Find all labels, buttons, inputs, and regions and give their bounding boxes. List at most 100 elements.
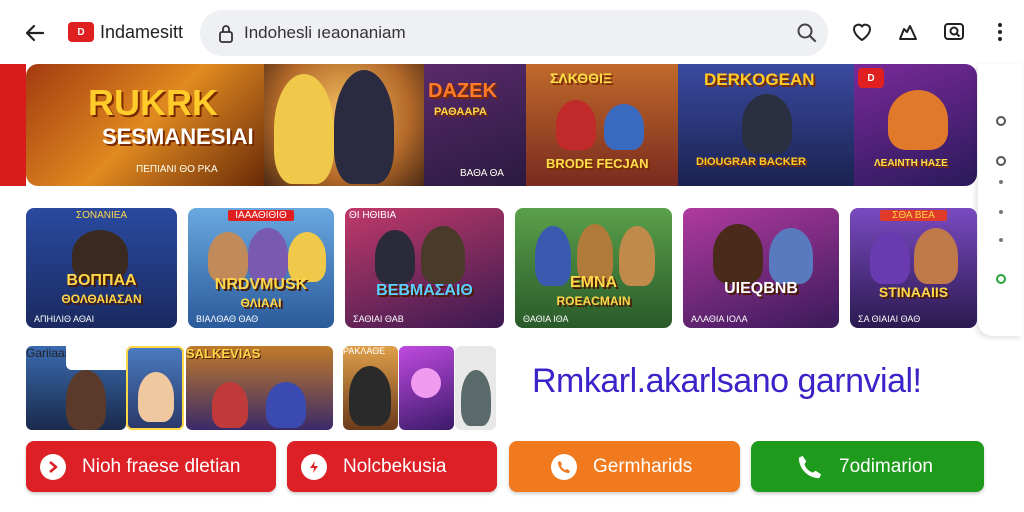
bolt-icon	[301, 453, 327, 480]
character-figure	[208, 232, 248, 282]
character-figure	[888, 90, 948, 150]
card-title: EMNA	[569, 274, 618, 291]
card-tag: ΣΟΝΑΝΙΕΑ	[75, 210, 128, 221]
character-figure	[288, 232, 326, 282]
phone-icon	[797, 454, 823, 480]
hero-segment[interactable]: RUKRK SESMANESIAI ΠΕΠΙΑΝΙ ΘΟ ΡΚΑ	[26, 64, 264, 186]
brand[interactable]: D Indamesitt	[68, 20, 183, 44]
phone-icon	[551, 453, 577, 480]
hero-subtitle: ΛΕΑΙΝΤΗ ΗΑΣΕ	[874, 158, 948, 169]
rail-indicator[interactable]	[996, 156, 1006, 166]
card-caption: ΑΠΗΙΛΙΘ ΑΘΑΙ	[34, 314, 95, 324]
card-title: UIEQBNB	[724, 280, 798, 297]
hero-segment[interactable]: DERKOGEAN DIOUGRAR BACKER	[678, 64, 854, 186]
character-figure	[742, 94, 792, 154]
game-card[interactable]: ΣΟΝΑΝΙΕΑ ΒΟΠΠΑΑ ΘΟΛΘΑΙΑΣΑΝ ΑΠΗΙΛΙΘ ΑΘΑΙ	[26, 208, 177, 328]
hero-segment[interactable]: D ΛΕΑΙΝΤΗ ΗΑΣΕ	[854, 64, 977, 186]
back-button[interactable]	[20, 18, 50, 48]
card-tag: ΣΘΑ ΒΕΑ	[880, 210, 947, 221]
magic-orb	[411, 368, 441, 398]
game-tile[interactable]: Gariiaanc	[26, 346, 126, 430]
card-tag: ΙΑΑΑΘΙΘΙΘ	[228, 210, 294, 221]
action-button-2[interactable]: Nolcbekusia	[287, 441, 497, 492]
hero-subtitle: BRODE FECJAN	[546, 156, 649, 171]
tile-label: SALKEVIAS	[186, 346, 261, 361]
arrow-left-icon	[25, 24, 45, 42]
top-bar: D Indamesitt Indohesli ıeaonaniam	[0, 0, 1024, 64]
character-figure	[461, 370, 491, 426]
character-figure	[266, 382, 306, 428]
character-figure	[66, 370, 106, 430]
rail-pip	[999, 210, 1003, 214]
address-text: Indohesli ıeaonaniam	[244, 23, 406, 42]
hero-badge: D	[858, 68, 884, 88]
more-button[interactable]	[986, 18, 1014, 46]
card-tag: ΘΙ ΗΘΙΒΙΑ	[349, 210, 397, 221]
share-button[interactable]	[894, 18, 922, 46]
card-caption: ΣΑΘΙΑΙ ΘΑΒ	[353, 314, 404, 324]
character-figure	[138, 372, 174, 422]
game-card[interactable]: ΙΑΑΑΘΙΘΙΘ NRDVMUSK ΘΛΙΑΑΙ ΒΙΑΛΘΑΘ ΘΑΘ	[188, 208, 334, 328]
tile-label: ΡΑΚΛΑΘΕ	[343, 346, 386, 356]
hero-caption: ΠΕΠΙΑΝΙ ΘΟ ΡΚΑ	[136, 164, 218, 175]
character-figure	[248, 228, 288, 282]
search-icon[interactable]	[796, 22, 818, 44]
game-tile[interactable]	[399, 346, 454, 430]
brand-logo: D	[68, 22, 94, 42]
rail-indicator[interactable]	[996, 116, 1006, 126]
character-figure	[556, 100, 596, 150]
hero-banner[interactable]: RUKRK SESMANESIAI ΠΕΠΙΑΝΙ ΘΟ ΡΚΑ DAZEK Ρ…	[26, 64, 977, 186]
card-subtitle: ΘΛΙΑΑΙ	[240, 296, 282, 310]
card-title: ΒΟΠΠΑΑ	[66, 272, 137, 289]
lock-icon	[219, 25, 233, 43]
heart-icon	[852, 23, 872, 42]
character-figure	[349, 366, 391, 426]
character-figure	[713, 224, 763, 284]
game-card[interactable]: UIEQBNB ΑΛΑΘΙΑ ΙΟΛΑ	[683, 208, 839, 328]
game-tile[interactable]	[126, 346, 184, 430]
chevron-right-icon	[40, 453, 66, 480]
character-figure	[604, 104, 644, 150]
hero-title: RUKRK	[88, 82, 218, 123]
promo-text: Rmkarl.akarlsano garnvial!	[532, 362, 922, 400]
chat-icon	[944, 23, 964, 40]
rail-indicator-active[interactable]	[996, 274, 1006, 284]
hero-subtitle: DIOUGRAR BACKER	[696, 156, 806, 168]
button-label: 7odimarion	[839, 455, 933, 477]
character-figure	[212, 382, 248, 428]
address-bar[interactable]: Indohesli ıeaonaniam	[200, 10, 828, 56]
game-card[interactable]: ΘΙ ΗΘΙΒΙΑ ΒΕΒΜΑΣΑΙΘ ΣΑΘΙΑΙ ΘΑΒ	[345, 208, 504, 328]
card-subtitle: ΘΟΛΘΑΙΑΣΑΝ	[61, 292, 142, 306]
hero-title: DERKOGEAN	[704, 70, 815, 89]
card-caption: ΣΑ ΘΙΑΙΑΙ ΘΑΘ	[858, 314, 921, 324]
side-scroll-rail[interactable]	[978, 64, 1022, 336]
character-figure	[870, 232, 910, 284]
character-figure	[914, 228, 958, 284]
character-figure	[421, 226, 465, 284]
hero-subtitle: ΡΑΘΑΑΡΑ	[434, 106, 487, 118]
game-tile[interactable]: SALKEVIAS	[186, 346, 333, 430]
card-caption: ΘΑΘΙΑ ΙΘΑ	[523, 314, 569, 324]
chat-button[interactable]	[940, 18, 968, 46]
game-card[interactable]: EMNA ROEACMAIN ΘΑΘΙΑ ΙΘΑ	[515, 208, 672, 328]
game-tile[interactable]	[455, 346, 496, 430]
action-button-3[interactable]: Germharids	[509, 441, 740, 492]
rail-pip	[999, 238, 1003, 242]
card-title: ΒΕΒΜΑΣΑΙΘ	[376, 282, 473, 299]
hero-title: ΣΛΚΘΘΙΞ	[550, 70, 612, 86]
button-label: Germharids	[593, 455, 693, 477]
button-label: Nioh fraese dletian	[82, 455, 241, 477]
action-button-4[interactable]: 7odimarion	[751, 441, 984, 492]
heart-button[interactable]	[848, 18, 876, 46]
hero-segment[interactable]: ΣΛΚΘΘΙΞ BRODE FECJAN	[526, 64, 678, 186]
card-subtitle: ROEACMAIN	[556, 294, 631, 308]
button-label: Nolcbekusia	[343, 455, 447, 477]
share-icon	[899, 25, 917, 40]
card-title: STINAAIIS	[878, 284, 949, 300]
hero-red-tab[interactable]	[0, 64, 26, 186]
game-card[interactable]: ΣΘΑ ΒΕΑ STINAAIIS ΣΑ ΘΙΑΙΑΙ ΘΑΘ	[850, 208, 977, 328]
action-button-1[interactable]: Nioh fraese dletian	[26, 441, 276, 492]
game-tile[interactable]: ΡΑΚΛΑΘΕ	[343, 346, 398, 430]
hero-segment[interactable]: DAZEK ΡΑΘΑΑΡΑ ΒΑΘΑ ΘΑ	[424, 64, 526, 186]
character-figure	[375, 230, 415, 284]
